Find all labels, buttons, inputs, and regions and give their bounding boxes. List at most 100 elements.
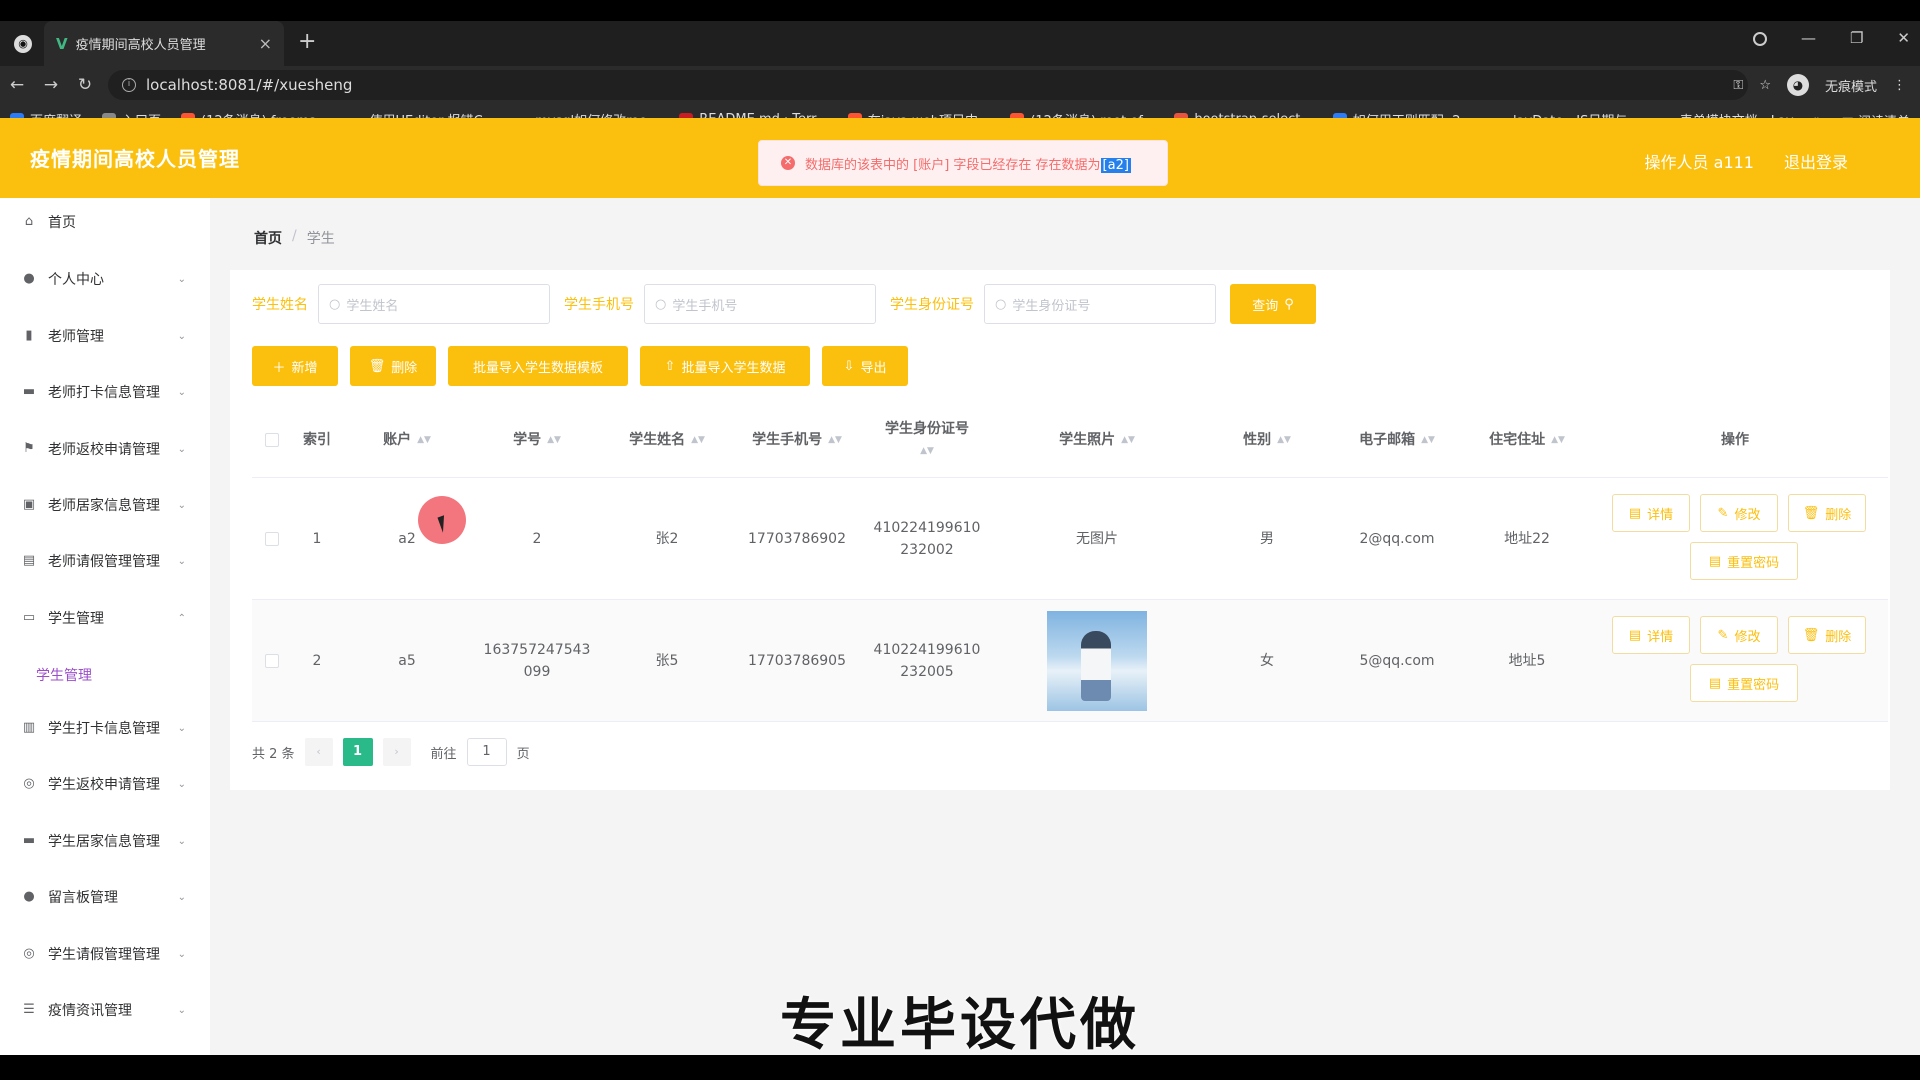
minimize-icon[interactable]: — bbox=[1801, 29, 1816, 47]
header-index: 索引 bbox=[303, 432, 331, 448]
row-delete-button[interactable]: 🗑 删除 bbox=[1788, 494, 1866, 532]
batch-import-button[interactable]: ⇧ 批量导入学生数据 bbox=[640, 346, 810, 386]
phone-search-label: 学生手机号 bbox=[564, 297, 634, 313]
header-idcard[interactable]: 学生身份证号 ▲▼ bbox=[862, 402, 992, 478]
id-search-placeholder: 学生身份证号 bbox=[1012, 298, 1091, 314]
header-number[interactable]: 学号 ▲▼ bbox=[472, 402, 602, 478]
header-name[interactable]: 学生姓名 ▲▼ bbox=[602, 402, 732, 478]
breadcrumb: 首页 / 学生 bbox=[254, 228, 335, 248]
import-template-label: 批量导入学生数据模板 bbox=[472, 360, 603, 376]
reload-icon[interactable]: ↻ bbox=[68, 75, 102, 95]
back-icon[interactable]: ← bbox=[0, 75, 34, 95]
sidebar-item[interactable]: ▭ 学生管理 ⌃ bbox=[0, 598, 210, 638]
forward-icon[interactable]: → bbox=[34, 75, 68, 95]
goto-page-input[interactable]: 1 bbox=[466, 738, 507, 766]
search-icon: ○ bbox=[329, 296, 341, 312]
menu-icon[interactable]: ⋮ bbox=[1893, 78, 1906, 93]
cell-address: 地址5 bbox=[1508, 653, 1546, 669]
header-gender[interactable]: 性别 ▲▼ bbox=[1202, 402, 1332, 478]
chevron-down-icon: ⌄ bbox=[177, 835, 186, 847]
bar-chart-icon: ▮ bbox=[25, 328, 33, 343]
cell-gender: 男 bbox=[1260, 531, 1274, 547]
sidebar-item[interactable]: ⌂ 首页 bbox=[0, 202, 210, 242]
next-page-icon[interactable]: › bbox=[382, 738, 411, 766]
error-icon: ✕ bbox=[781, 156, 795, 170]
tab-close-icon[interactable]: × bbox=[259, 34, 272, 53]
action-row: ＋ 新增 🗑 删除 批量导入学生数据模板 ⇧ 批量导入学生数据 ⇩ 导出 bbox=[252, 346, 908, 386]
sidebar-item[interactable]: ◎ 学生返校申请管理 ⌄ bbox=[0, 764, 210, 804]
detail-button[interactable]: ▤ 详情 bbox=[1612, 616, 1690, 654]
edit-button[interactable]: ✎ 修改 bbox=[1700, 494, 1778, 532]
select-all-checkbox[interactable] bbox=[265, 433, 279, 447]
sidebar-item[interactable]: ⚑ 老师返校申请管理 ⌄ bbox=[0, 429, 210, 469]
user-icon: ● bbox=[23, 889, 35, 904]
tab-search-icon[interactable] bbox=[1752, 32, 1767, 46]
site-info-icon[interactable]: i bbox=[122, 78, 136, 92]
id-search-input[interactable]: ○ 学生身份证号 bbox=[984, 284, 1216, 324]
new-tab-icon[interactable]: + bbox=[298, 29, 316, 54]
query-button-label: 查询 bbox=[1252, 298, 1279, 314]
name-search-input[interactable]: ○ 学生姓名 bbox=[318, 284, 550, 324]
sidebar-item-label: 学生居家信息管理 bbox=[48, 834, 160, 850]
edit-button[interactable]: ✎ 修改 bbox=[1700, 616, 1778, 654]
browser-toolbar: ← → ↻ i localhost:8081/#/xuesheng ⚿ ☆ ◕ … bbox=[0, 66, 1920, 104]
sort-icon: ▲▼ bbox=[1421, 435, 1435, 445]
header-address[interactable]: 住宅住址 ▲▼ bbox=[1462, 402, 1592, 478]
sidebar-item[interactable]: ▤ 老师请假管理管理 ⌄ bbox=[0, 541, 210, 581]
upload-icon: ⇧ bbox=[664, 358, 676, 374]
cell-name: 张5 bbox=[655, 653, 679, 669]
phone-search-placeholder: 学生手机号 bbox=[672, 298, 738, 314]
close-window-icon[interactable]: ✕ bbox=[1897, 29, 1910, 47]
import-template-button[interactable]: 批量导入学生数据模板 bbox=[448, 346, 628, 386]
sidebar-item[interactable]: ◎ 学生请假管理管理 ⌄ bbox=[0, 934, 210, 974]
key-icon[interactable]: ⚿ bbox=[1733, 78, 1743, 93]
search-icon: ○ bbox=[655, 296, 667, 312]
sidebar-item[interactable]: ▣ 老师居家信息管理 ⌄ bbox=[0, 485, 210, 525]
star-icon[interactable]: ☆ bbox=[1759, 78, 1771, 93]
sidebar-item[interactable]: ▮ 老师管理 ⌄ bbox=[0, 316, 210, 356]
incognito-avatar-icon[interactable]: ◕ bbox=[1786, 74, 1809, 96]
sidebar-item[interactable]: ▬ 学生居家信息管理 ⌄ bbox=[0, 821, 210, 861]
phone-search-input[interactable]: ○ 学生手机号 bbox=[644, 284, 876, 324]
prev-page-icon[interactable]: ‹ bbox=[304, 738, 333, 766]
row-checkbox[interactable] bbox=[265, 532, 279, 546]
address-bar[interactable]: i localhost:8081/#/xuesheng bbox=[108, 70, 1748, 100]
goto-label: 前往 bbox=[430, 746, 457, 762]
header-phone[interactable]: 学生手机号 ▲▼ bbox=[732, 402, 862, 478]
incognito-icon: ◉ bbox=[14, 35, 32, 53]
header-email[interactable]: 电子邮箱 ▲▼ bbox=[1332, 402, 1462, 478]
student-photo[interactable] bbox=[1047, 611, 1147, 711]
sidebar-item[interactable]: ● 留言板管理 ⌄ bbox=[0, 877, 210, 917]
sidebar-item[interactable]: ▥ 学生打卡信息管理 ⌄ bbox=[0, 708, 210, 748]
reset-password-button[interactable]: ▤ 重置密码 bbox=[1690, 664, 1798, 702]
row-checkbox[interactable] bbox=[265, 654, 279, 668]
row-delete-button[interactable]: 🗑 删除 bbox=[1788, 616, 1866, 654]
home-icon: ⌂ bbox=[24, 214, 34, 229]
cell-email: 5@qq.com bbox=[1359, 653, 1435, 669]
delete-button[interactable]: 🗑 删除 bbox=[350, 346, 436, 386]
add-button[interactable]: ＋ 新增 bbox=[252, 346, 338, 386]
sidebar-subitem-student[interactable]: 学生管理 bbox=[36, 665, 92, 685]
trash-icon: 🗑 bbox=[1802, 505, 1820, 521]
page-number[interactable]: 1 bbox=[342, 738, 373, 766]
reset-password-button[interactable]: ▤ 重置密码 bbox=[1690, 542, 1798, 580]
query-button[interactable]: 查询 ⚲ bbox=[1230, 284, 1316, 324]
export-button[interactable]: ⇩ 导出 bbox=[822, 346, 908, 386]
browser-tab[interactable]: V 疫情期间高校人员管理 × bbox=[44, 21, 284, 66]
sidebar-item[interactable]: ▬ 老师打卡信息管理 ⌄ bbox=[0, 372, 210, 412]
sort-icon: ▲▼ bbox=[547, 435, 561, 445]
search-icon: ⚲ bbox=[1284, 296, 1294, 312]
restore-icon[interactable]: ❐ bbox=[1850, 29, 1863, 47]
chevron-down-icon: ⌄ bbox=[177, 330, 186, 342]
logout-link[interactable]: 退出登录 bbox=[1784, 149, 1848, 173]
browser-tab-bar: ◉ V 疫情期间高校人员管理 × + — ❐ ✕ bbox=[0, 21, 1920, 66]
sidebar-item[interactable]: ● 个人中心 ⌄ bbox=[0, 259, 210, 299]
document-icon: ▤ bbox=[1708, 675, 1722, 691]
id-search-label: 学生身份证号 bbox=[890, 297, 974, 313]
breadcrumb-home[interactable]: 首页 bbox=[254, 228, 282, 248]
header-account[interactable]: 账户 ▲▼ bbox=[342, 402, 472, 478]
profile-label[interactable]: 无痕模式 bbox=[1825, 76, 1877, 95]
header-photo[interactable]: 学生照片 ▲▼ bbox=[992, 402, 1202, 478]
detail-button[interactable]: ▤ 详情 bbox=[1612, 494, 1690, 532]
select-all-checkbox-cell bbox=[252, 402, 292, 478]
